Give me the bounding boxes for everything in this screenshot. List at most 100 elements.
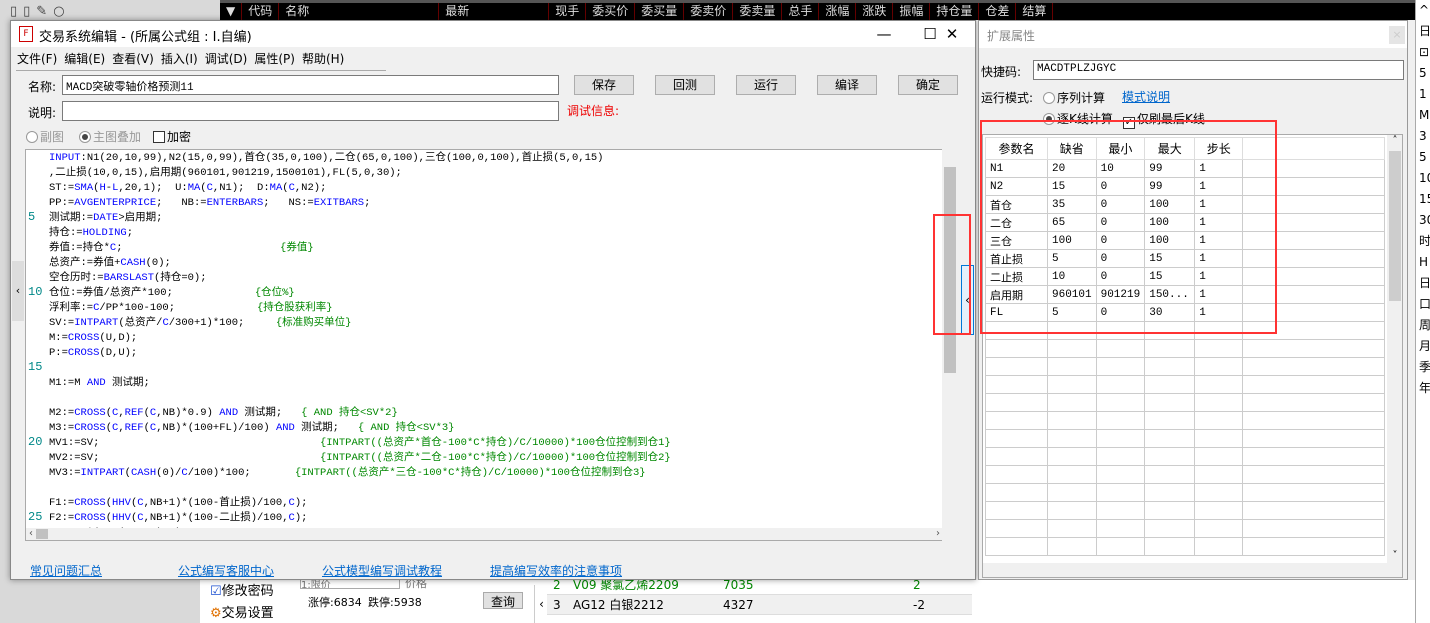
change-password-item[interactable]: ☑修改密码 (210, 580, 274, 599)
run-button[interactable]: 运行 (736, 75, 796, 95)
param-value[interactable] (1047, 519, 1097, 538)
table-row[interactable] (985, 393, 1385, 412)
param-value[interactable] (1095, 429, 1146, 448)
main-overlay-radio[interactable]: 主图叠加 (79, 128, 141, 145)
encrypt-checkbox[interactable]: 加密 (153, 128, 191, 145)
param-value[interactable] (1047, 375, 1097, 394)
link-efficiency-tips[interactable]: 提高编写效率的注意事项 (490, 562, 622, 579)
backtest-button[interactable]: 回测 (655, 75, 715, 95)
menu-item[interactable]: 查看(V) (112, 47, 161, 69)
param-value[interactable] (1095, 501, 1146, 520)
quote-column-header[interactable]: 代码 (242, 3, 280, 20)
param-value[interactable] (1194, 447, 1244, 466)
quote-column-header[interactable]: 涨幅 (819, 3, 857, 20)
param-value[interactable] (1095, 447, 1146, 466)
param-value[interactable] (1144, 519, 1196, 538)
param-value[interactable] (1047, 429, 1097, 448)
menu-item[interactable]: 属性(P) (254, 47, 302, 69)
param-value[interactable] (1047, 411, 1097, 430)
param-value[interactable] (1144, 501, 1196, 520)
quote-column-header[interactable]: ▼ (220, 3, 243, 20)
menu-item[interactable]: 调试(D) (205, 47, 255, 69)
grid-vertical-scrollbar[interactable]: ˄ ˅ (1387, 135, 1402, 577)
quote-column-header[interactable]: 委卖量 (733, 3, 783, 20)
param-value[interactable] (1144, 339, 1196, 358)
param-value[interactable] (1144, 411, 1196, 430)
param-value[interactable] (1194, 429, 1244, 448)
quote-column-header[interactable]: 现手 (549, 3, 587, 20)
link-faq[interactable]: 常见问题汇总 (30, 562, 102, 579)
table-row[interactable] (985, 465, 1385, 484)
quote-column-header[interactable]: 名称 (279, 3, 440, 20)
param-value[interactable] (1144, 537, 1196, 556)
sub-chart-radio[interactable]: 副图 (26, 128, 64, 145)
param-value[interactable] (1144, 483, 1196, 502)
period-button[interactable]: ⊡ (1416, 42, 1430, 63)
description-input[interactable] (62, 101, 559, 121)
quote-column-header[interactable]: 振幅 (893, 3, 931, 20)
param-value[interactable] (1095, 357, 1146, 376)
period-button[interactable]: 时 (1416, 231, 1430, 252)
period-button[interactable]: 15 (1416, 189, 1430, 210)
period-button[interactable]: 月 (1416, 336, 1430, 357)
period-button[interactable]: 3 (1416, 126, 1430, 147)
menu-item[interactable]: 帮助(H) (302, 47, 351, 69)
param-value[interactable] (1144, 465, 1196, 484)
param-value[interactable] (1047, 393, 1097, 412)
param-value[interactable] (1144, 375, 1196, 394)
code-editor[interactable]: 5 10 15 20 25 INPUT:N1(20,10,99),N2(15,0… (25, 149, 958, 541)
param-value[interactable] (1194, 501, 1244, 520)
param-value[interactable] (1047, 501, 1097, 520)
param-value[interactable] (1144, 357, 1196, 376)
param-value[interactable] (1095, 393, 1146, 412)
param-value[interactable] (1194, 339, 1244, 358)
period-button[interactable]: 30 (1416, 210, 1430, 231)
list-row[interactable]: 3 AG12 白银2212 4327 -2 (547, 595, 972, 615)
quote-column-header[interactable]: 涨跌 (856, 3, 894, 20)
param-value[interactable] (1095, 519, 1146, 538)
table-row[interactable] (985, 357, 1385, 376)
link-tutorial[interactable]: 公式模型编写调试教程 (322, 562, 442, 579)
quote-column-header[interactable]: 总手 (782, 3, 820, 20)
close-icon[interactable]: × (1389, 26, 1405, 44)
param-value[interactable] (1095, 339, 1146, 358)
table-row[interactable] (985, 483, 1385, 502)
quick-code-input[interactable]: MACDTPLZJGYC (1033, 60, 1404, 80)
save-button[interactable]: 保存 (574, 75, 634, 95)
param-value[interactable] (1194, 465, 1244, 484)
table-row[interactable] (985, 339, 1385, 358)
param-value[interactable] (1095, 465, 1146, 484)
param-value[interactable] (1095, 375, 1146, 394)
table-row[interactable] (985, 411, 1385, 430)
table-row[interactable] (985, 375, 1385, 394)
period-button[interactable]: M (1416, 105, 1430, 126)
period-button[interactable]: 口 (1416, 294, 1430, 315)
param-value[interactable] (1047, 447, 1097, 466)
mode-help-link[interactable]: 模式说明 (1122, 88, 1170, 105)
menu-item[interactable]: 文件(F) (17, 47, 64, 69)
quote-column-header[interactable]: 仓差 (979, 3, 1017, 20)
table-row[interactable] (985, 537, 1385, 556)
param-value[interactable] (1047, 357, 1097, 376)
param-value[interactable] (1095, 483, 1146, 502)
scroll-thumb[interactable] (1389, 151, 1401, 301)
confirm-button[interactable]: 确定 (898, 75, 958, 95)
code-text[interactable]: INPUT:N1(20,10,99),N2(15,0,99),首仓(35,0,1… (49, 151, 671, 540)
grid-horizontal-scrollbar[interactable] (983, 563, 1387, 577)
link-support[interactable]: 公式编写客服中心 (178, 562, 274, 579)
param-value[interactable] (1194, 375, 1244, 394)
table-row[interactable] (985, 501, 1385, 520)
quote-column-header[interactable]: 委买量 (635, 3, 685, 20)
param-value[interactable] (1095, 411, 1146, 430)
period-button[interactable]: 周 (1416, 315, 1430, 336)
param-value[interactable] (1047, 465, 1097, 484)
menu-item[interactable]: 插入(I) (161, 47, 205, 69)
vertical-scrollbar[interactable] (942, 149, 958, 541)
collapse-icon[interactable]: ‹ (534, 585, 548, 623)
quote-column-header[interactable]: 最新 (439, 3, 550, 20)
scroll-up-icon[interactable]: ˄ (1387, 135, 1402, 146)
compile-button[interactable]: 编译 (817, 75, 877, 95)
param-value[interactable] (1144, 393, 1196, 412)
trade-settings-item[interactable]: ⚙交易设置 (210, 602, 274, 621)
collapse-left-button[interactable]: ‹ (12, 261, 24, 321)
